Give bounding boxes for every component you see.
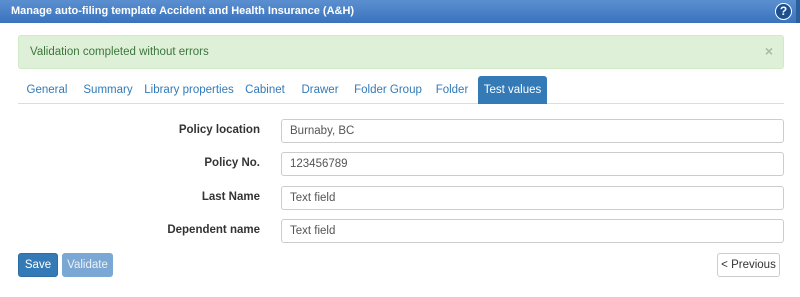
policy-location-label: Policy location (178, 124, 260, 136)
previous-button[interactable]: < Previous (717, 253, 780, 277)
close-icon[interactable]: × (765, 43, 773, 59)
tab-cabinet[interactable]: Cabinet (238, 76, 292, 104)
tab-general[interactable]: General (18, 76, 76, 104)
validate-button[interactable]: Validate (62, 253, 113, 277)
policy-no-label: Policy No. (204, 157, 260, 169)
window-title: Manage auto-filing template Accident and… (11, 5, 355, 17)
titlebar-edge (796, 0, 800, 23)
last-name-label: Last Name (201, 191, 260, 203)
dependent-name-input[interactable] (281, 219, 784, 243)
last-name-input[interactable] (281, 186, 784, 210)
save-button[interactable]: Save (18, 253, 58, 277)
policy-no-input[interactable] (281, 152, 784, 176)
tab-folder[interactable]: Folder (428, 76, 476, 104)
tab-test-values[interactable]: Test values (478, 76, 547, 104)
alert-message: Validation completed without errors (30, 46, 209, 58)
tab-summary[interactable]: Summary (76, 76, 140, 104)
window-titlebar: Manage auto-filing template Accident and… (0, 0, 800, 23)
validation-alert: Validation completed without errors × (18, 35, 784, 69)
policy-location-input[interactable] (281, 119, 784, 143)
tab-drawer[interactable]: Drawer (292, 76, 348, 104)
tab-library-properties[interactable]: Library properties (140, 76, 238, 104)
tab-folder-group[interactable]: Folder Group (348, 76, 428, 104)
dependent-name-label: Dependent name (167, 224, 260, 236)
tab-bar: General Summary Library properties Cabin… (18, 76, 784, 104)
help-icon[interactable]: ? (775, 3, 792, 20)
